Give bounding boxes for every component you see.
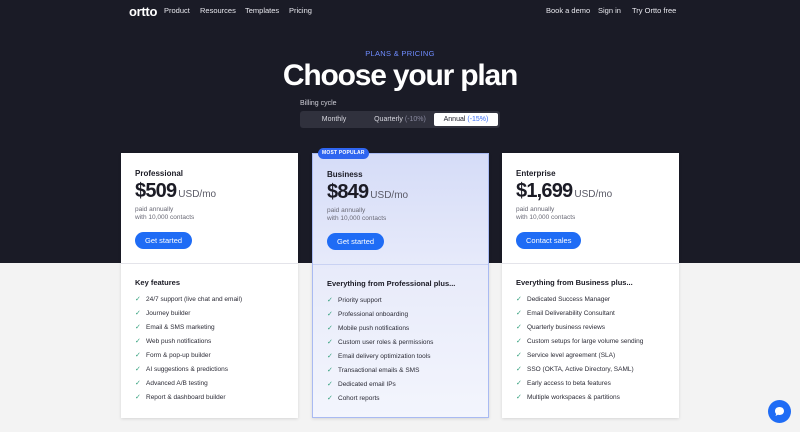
feature-item: ✓ Custom setups for large volume sending [516,338,644,345]
card-divider [121,263,298,264]
feature-item: ✓ Transactional emails & SMS [327,367,420,374]
check-icon: ✓ [135,296,141,303]
billing-option-monthly[interactable]: Monthly [302,113,366,126]
get-started-button[interactable]: Get started [327,233,385,250]
nav-resources[interactable]: Resources [200,6,236,15]
get-started-button[interactable]: Get started [135,232,193,249]
feature-item: ✓ Dedicated email IPs [327,381,396,388]
check-icon: ✓ [516,352,522,359]
feature-item: ✓ Priority support [327,297,382,304]
feature-item: ✓ Web push notifications [135,338,212,345]
check-icon: ✓ [135,352,141,359]
feature-item: ✓ Report & dashboard builder [135,394,226,401]
page-title: Choose your plan [282,59,518,92]
feature-item: ✓ Multiple workspaces & partitions [516,394,620,401]
features-heading: Key features [135,278,181,287]
nav-templates[interactable]: Templates [245,6,279,15]
plan-price: $849 USD/mo [327,181,409,203]
check-icon: ✓ [135,366,141,373]
check-icon: ✓ [135,324,141,331]
plan-contacts-note: with 10,000 contacts [516,214,576,221]
feature-item: ✓ AI suggestions & predictions [135,366,229,373]
feature-item: ✓ Dedicated Success Manager [516,296,611,303]
check-icon: ✓ [327,325,333,332]
plan-billing-note: paid annually [516,206,555,213]
feature-item: ✓ Email & SMS marketing [135,324,215,331]
check-icon: ✓ [516,366,522,373]
features-heading: Everything from Professional plus... [327,279,456,288]
plan-price: $1,699 USD/mo [516,180,613,202]
feature-item: ✓ SSO (OKTA, Active Directory, SAML) [516,366,634,373]
logo[interactable]: ortto [129,4,157,19]
check-icon: ✓ [516,338,522,345]
feature-item: ✓ Email Deliverability Consultant [516,310,615,317]
nav-product[interactable]: Product [164,6,190,15]
contact-sales-button[interactable]: Contact sales [516,232,582,249]
nav-sign-in[interactable]: Sign in [598,6,621,15]
chat-launcher-button[interactable] [768,400,791,423]
check-icon: ✓ [327,311,333,318]
check-icon: ✓ [327,353,333,360]
feature-item: ✓ Early access to beta features [516,380,611,387]
check-icon: ✓ [327,395,333,402]
check-icon: ✓ [135,380,141,387]
plan-card-enterprise: Enterprise $1,699 USD/mo paid annually wi… [502,153,679,418]
billing-option-annual[interactable]: Annual (-15%) [434,113,498,126]
feature-item: ✓ Custom user roles & permissions [327,339,434,346]
plan-name: Professional [135,169,184,178]
billing-cycle-label: Billing cycle [300,100,337,107]
feature-item: ✓ Quarterly business reviews [516,324,606,331]
card-divider [502,263,679,264]
feature-item: ✓ Form & pop-up builder [135,352,211,359]
feature-item: ✓ Journey builder [135,310,191,317]
card-divider [313,264,488,265]
feature-item: ✓ Service level agreement (SLA) [516,352,616,359]
plan-contacts-note: with 10,000 contacts [327,215,387,222]
plan-card-professional: Professional $509 USD/mo paid annually wi… [121,153,298,418]
plan-card-business: Business $849 USD/mo paid annually with 1… [312,153,489,418]
check-icon: ✓ [516,296,522,303]
chat-bubble-icon [775,407,784,416]
plan-name: Enterprise [516,169,556,178]
check-icon: ✓ [135,310,141,317]
check-icon: ✓ [516,324,522,331]
feature-item: ✓ 24/7 support (live chat and email) [135,296,243,303]
plan-price: $509 USD/mo [135,180,217,202]
features-heading: Everything from Business plus... [516,278,633,287]
check-icon: ✓ [516,394,522,401]
nav-try-free[interactable]: Try Ortto free [632,6,676,15]
feature-item: ✓ Professional onboarding [327,311,409,318]
billing-cycle-toggle: Monthly Quarterly (-10%) Annual (-15%) [300,111,500,128]
billing-option-quarterly[interactable]: Quarterly (-10%) [368,113,432,126]
check-icon: ✓ [135,338,141,345]
check-icon: ✓ [327,297,333,304]
plan-billing-note: paid annually [135,206,174,213]
feature-item: ✓ Cohort reports [327,395,380,402]
most-popular-badge: MOST POPULAR [318,148,369,159]
feature-item: ✓ Advanced A/B testing [135,380,208,387]
check-icon: ✓ [135,394,141,401]
feature-item: ✓ Email delivery optimization tools [327,353,431,360]
plan-name: Business [327,170,363,179]
check-icon: ✓ [327,367,333,374]
check-icon: ✓ [516,380,522,387]
plan-billing-note: paid annually [327,207,366,214]
feature-item: ✓ Mobile push notifications [327,325,410,332]
pricing-eyebrow: PLANS & PRICING [365,49,435,58]
check-icon: ✓ [327,381,333,388]
nav-pricing[interactable]: Pricing [289,6,312,15]
nav-book-demo[interactable]: Book a demo [546,6,590,15]
top-nav: ortto Product Resources Templates Pricin… [0,0,800,20]
plan-contacts-note: with 10,000 contacts [135,214,195,221]
check-icon: ✓ [327,339,333,346]
check-icon: ✓ [516,310,522,317]
